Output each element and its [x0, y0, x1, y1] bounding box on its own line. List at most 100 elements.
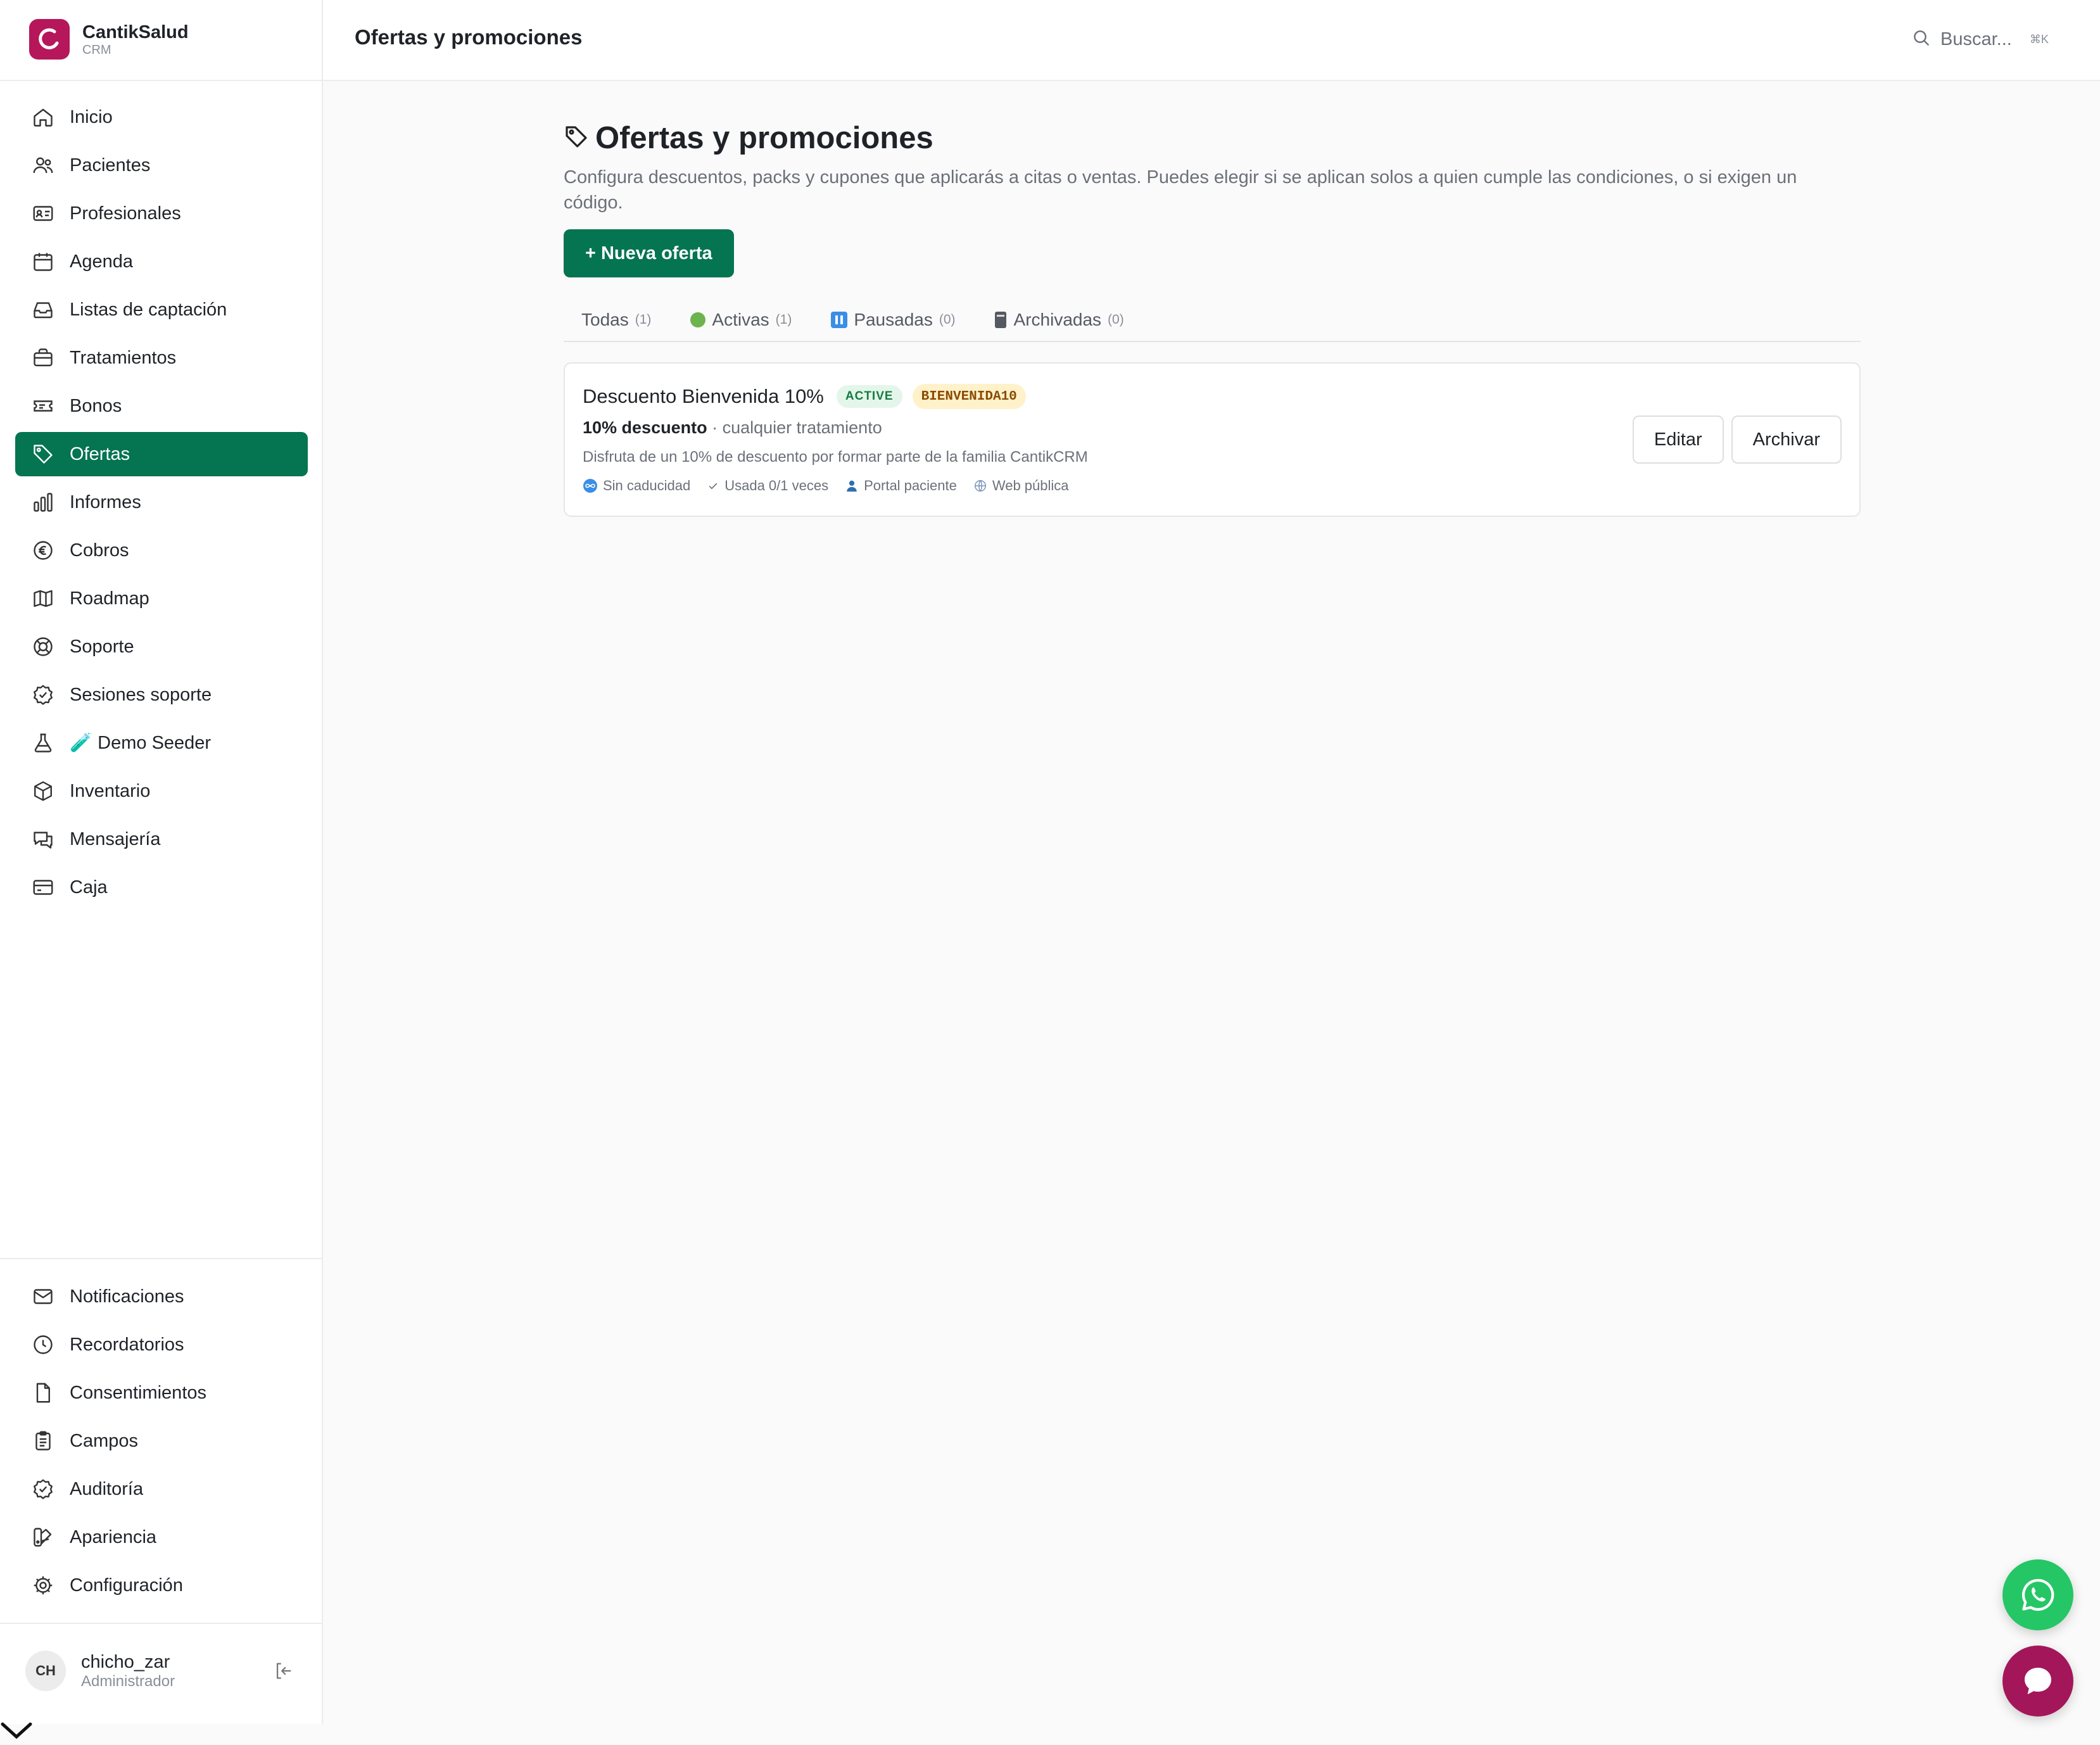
brand-logo-icon	[29, 19, 70, 60]
nav-item-auditoria[interactable]: Auditoría	[15, 1467, 308, 1511]
mail-icon	[30, 1284, 56, 1309]
nav-item-recordatorios[interactable]: Recordatorios	[15, 1323, 308, 1367]
nav-label: Informes	[70, 492, 141, 512]
status-badge: ACTIVE	[836, 385, 902, 408]
user-name: chicho_zar	[81, 1652, 170, 1672]
tab-count: (0)	[1108, 312, 1124, 327]
edit-button[interactable]: Editar	[1632, 416, 1724, 464]
nav-item-listas-captacion[interactable]: Listas de captación	[15, 288, 308, 332]
nav-label: Ofertas	[70, 443, 130, 464]
coupon-code-badge: BIENVENIDA10	[912, 384, 1026, 409]
nav-item-informes[interactable]: Informes	[15, 480, 308, 524]
nav-item-mensajeria[interactable]: Mensajería	[15, 817, 308, 861]
nav-label: Agenda	[70, 251, 133, 272]
nav-label: Roadmap	[70, 588, 149, 609]
home-icon	[30, 105, 56, 130]
nav-item-soporte[interactable]: Soporte	[15, 625, 308, 669]
nav-label: Cobros	[70, 540, 129, 561]
nav-item-ofertas[interactable]: Ofertas	[15, 432, 308, 476]
tab-label: Pausadas	[854, 310, 933, 329]
meta-usage: Usada 0/1 veces	[707, 478, 828, 494]
nav-item-inicio[interactable]: Inicio	[15, 95, 308, 139]
nav-label: Configuración	[70, 1575, 183, 1596]
tab-label: Activas	[712, 310, 769, 329]
nav-item-tratamientos[interactable]: Tratamientos	[15, 336, 308, 380]
tab-archivadas[interactable]: Archivadas (0)	[994, 301, 1124, 339]
tab-count: (1)	[635, 312, 652, 327]
offer-card: Descuento Bienvenida 10% ACTIVE BIENVENI…	[564, 362, 1861, 517]
shield-check-icon	[30, 1476, 56, 1502]
search-box[interactable]: Buscar... ⌘K	[1911, 25, 2049, 53]
gear-icon	[30, 1573, 56, 1598]
topbar: Ofertas y promociones Buscar... ⌘K	[323, 0, 2100, 81]
lifebuoy-icon	[30, 634, 56, 659]
offer-description: Disfruta de un 10% de descuento por form…	[583, 448, 1088, 466]
nav-item-bonos[interactable]: Bonos	[15, 384, 308, 428]
search-shortcut: ⌘K	[2029, 32, 2049, 46]
file-icon	[30, 1380, 56, 1406]
tab-count: (1)	[775, 312, 792, 327]
nav-item-campos[interactable]: Campos	[15, 1419, 308, 1463]
search-input[interactable]: Buscar...	[1940, 29, 2012, 50]
logout-icon[interactable]	[270, 1657, 298, 1685]
nav-item-cobros[interactable]: Cobros	[15, 528, 308, 573]
infinity-icon	[583, 478, 598, 493]
nav-item-sesiones-soporte[interactable]: Sesiones soporte	[15, 673, 308, 717]
whatsapp-button[interactable]	[2002, 1559, 2073, 1630]
nav-label: Soporte	[70, 636, 134, 657]
brand-subtitle: CRM	[82, 43, 111, 57]
nav-item-agenda[interactable]: Agenda	[15, 239, 308, 284]
offer-meta: Sin caducidad Usada 0/1 veces Portal pac…	[583, 478, 1085, 494]
offer-discount: 10% descuento	[583, 418, 707, 437]
id-card-icon	[30, 201, 56, 226]
nav-item-roadmap[interactable]: Roadmap	[15, 576, 308, 621]
nav-item-notificaciones[interactable]: Notificaciones	[15, 1274, 308, 1319]
tab-pausadas[interactable]: Pausadas (0)	[831, 301, 956, 339]
nav-label: Sesiones soporte	[70, 684, 212, 705]
nav-label: Notificaciones	[70, 1286, 184, 1307]
nav-item-profesionales[interactable]: Profesionales	[15, 191, 308, 236]
nav-label: Apariencia	[70, 1526, 157, 1547]
flask-icon	[30, 730, 56, 756]
user-role: Administrador	[81, 1673, 175, 1690]
nav-label: 🧪 Demo Seeder	[70, 733, 212, 753]
meta-label: Usada 0/1 veces	[724, 478, 829, 493]
briefcase-icon	[30, 345, 56, 371]
tag-icon	[30, 441, 56, 467]
nav-item-inventario[interactable]: Inventario	[15, 769, 308, 813]
divider	[0, 80, 322, 81]
offer-title: Descuento Bienvenida 10%	[583, 385, 824, 407]
palette-icon	[30, 1525, 56, 1550]
page-title: Ofertas y promociones	[595, 121, 933, 155]
archive-icon	[994, 312, 1006, 328]
nav-label: Tratamientos	[70, 347, 177, 368]
tag-icon	[564, 124, 589, 153]
meta-expiry: Sin caducidad	[583, 478, 690, 494]
offer-scope: · cualquier tratamiento	[707, 418, 882, 437]
nav-item-consentimientos[interactable]: Consentimientos	[15, 1371, 308, 1415]
meta-channel-web: Web pública	[973, 478, 1069, 494]
support-chat-button[interactable]	[2002, 1646, 2073, 1716]
nav-label: Auditoría	[70, 1478, 144, 1499]
nav-item-configuracion[interactable]: Configuración	[15, 1563, 308, 1608]
chevron-down-icon[interactable]	[0, 1718, 34, 1742]
nav-item-demo-seeder[interactable]: 🧪 Demo Seeder	[15, 721, 308, 765]
nav-label: Mensajería	[70, 828, 161, 849]
tab-activas[interactable]: Activas (1)	[690, 301, 792, 339]
clock-icon	[30, 1332, 56, 1357]
user-profile[interactable]: CH chicho_zar Administrador	[25, 1651, 298, 1691]
nav-item-pacientes[interactable]: Pacientes	[15, 143, 308, 187]
nav-label: Listas de captación	[70, 299, 227, 320]
nav-label: Consentimientos	[70, 1382, 206, 1403]
nav-item-apariencia[interactable]: Apariencia	[15, 1515, 308, 1559]
new-offer-button[interactable]: + Nueva oferta	[564, 229, 734, 277]
green-circle-icon	[690, 312, 706, 327]
meta-channel-portal: Portal paciente	[845, 478, 957, 494]
archive-button[interactable]: Archivar	[1731, 416, 1842, 464]
nav-item-caja[interactable]: Caja	[15, 865, 308, 910]
users-icon	[30, 153, 56, 178]
tab-label: Archivadas	[1013, 310, 1102, 329]
calendar-icon	[30, 249, 56, 274]
tab-todas[interactable]: Todas (1)	[581, 301, 651, 339]
brand[interactable]: CantikSalud CRM	[29, 19, 189, 60]
